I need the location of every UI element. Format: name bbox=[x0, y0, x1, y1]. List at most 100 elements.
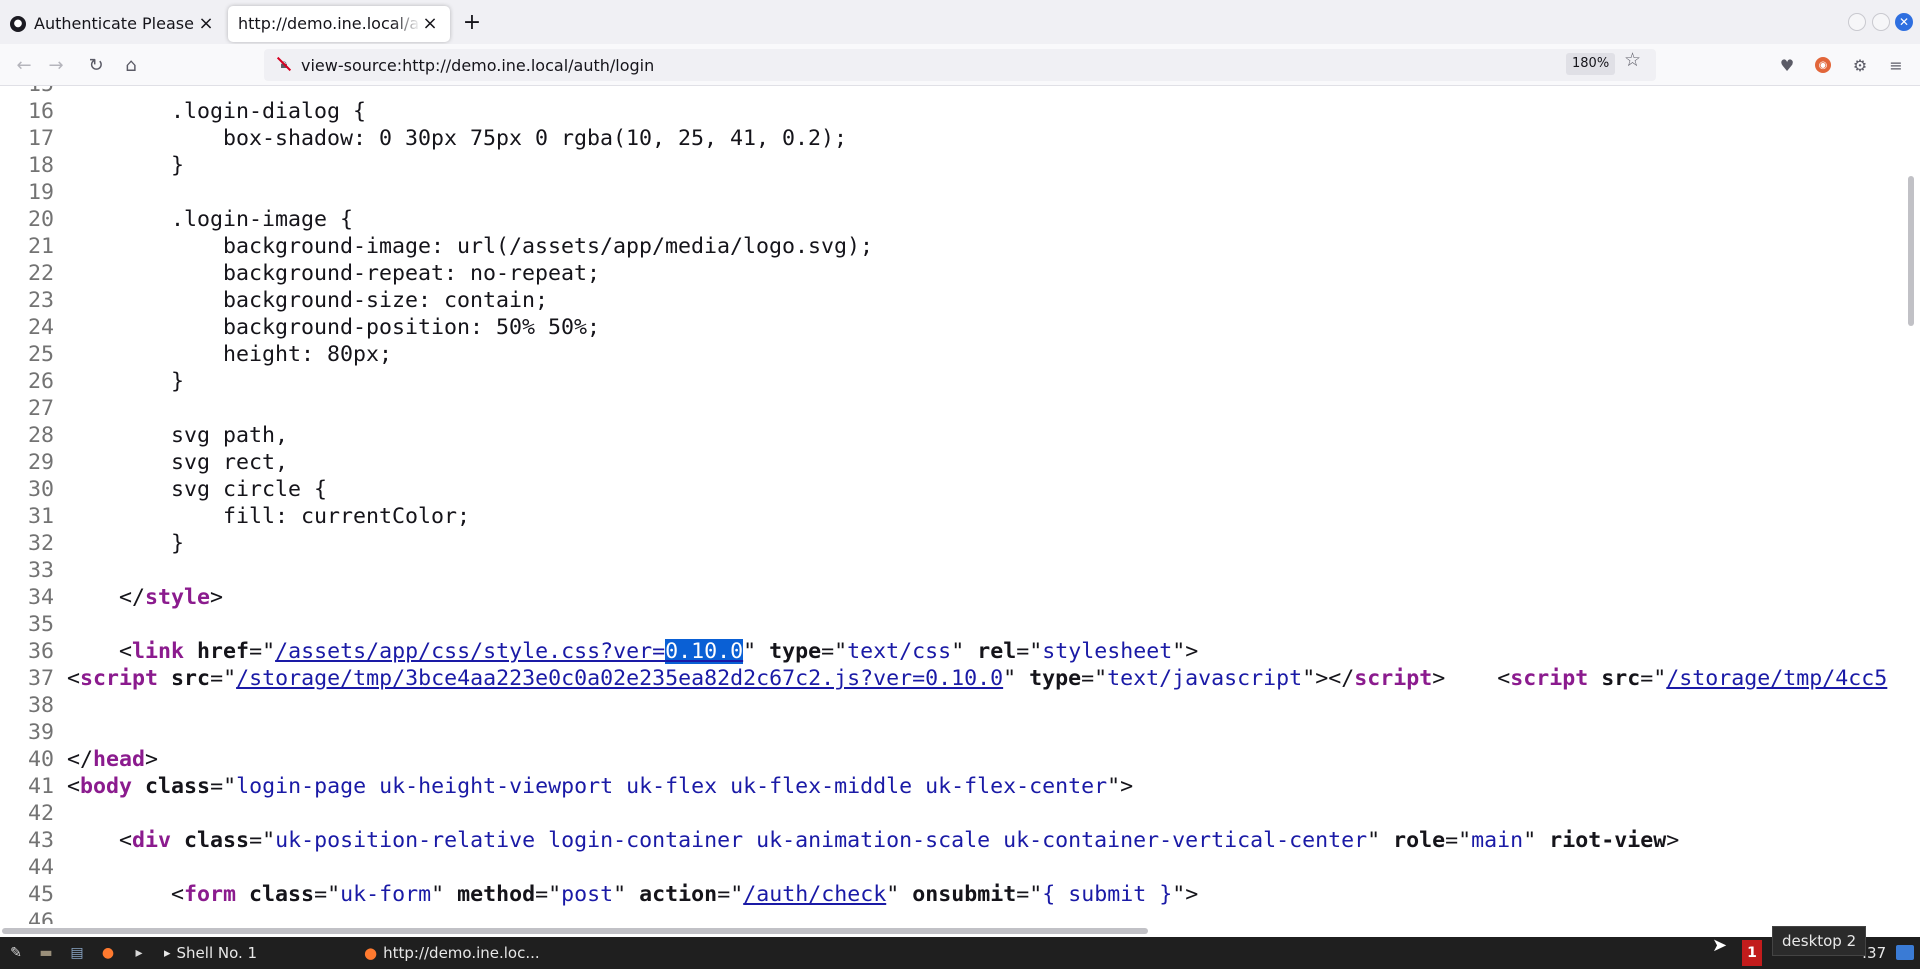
source-line: 27 bbox=[0, 395, 67, 422]
source-line: 17 box-shadow: 0 30px 75px 0 rgba(10, 25… bbox=[0, 125, 847, 152]
tab-authenticate[interactable]: ● Authenticate Please! × bbox=[0, 6, 226, 42]
line-number: 42 bbox=[27, 801, 54, 826]
home-icon[interactable]: ⌂ bbox=[118, 52, 144, 78]
terminal-icon[interactable]: ▸ bbox=[129, 941, 149, 965]
address-text[interactable]: view-source:http://demo.ine.local/auth/l… bbox=[301, 56, 654, 75]
line-number: 44 bbox=[27, 855, 54, 880]
source-link[interactable]: /storage/tmp/3bce4aa223e0c0a02e235ea82d2… bbox=[236, 666, 1003, 691]
line-number: 43 bbox=[27, 828, 54, 853]
source-line: 34 </style> bbox=[0, 584, 223, 611]
line-number: 23 bbox=[27, 288, 54, 313]
taskbar-item-label: Shell No. 1 bbox=[176, 944, 258, 962]
line-number: 18 bbox=[27, 153, 54, 178]
window-minimize-button[interactable] bbox=[1848, 13, 1866, 31]
tab-close-icon[interactable]: × bbox=[420, 13, 440, 34]
tab-title: Authenticate Please! bbox=[34, 14, 196, 33]
source-code: svg rect, bbox=[67, 450, 289, 475]
source-link[interactable]: /storage/tmp/4cc5 bbox=[1666, 666, 1887, 691]
source-line: 15 bbox=[0, 86, 67, 98]
tab-view-source[interactable]: http://demo.ine.local/auth/login × bbox=[228, 5, 450, 42]
line-number: 16 bbox=[27, 99, 54, 124]
line-number: 30 bbox=[27, 477, 54, 502]
new-tab-button[interactable]: + bbox=[454, 4, 490, 40]
forward-arrow-icon[interactable]: → bbox=[43, 52, 69, 78]
text-editor-icon[interactable]: ▤ bbox=[67, 941, 87, 965]
line-number: 46 bbox=[27, 909, 54, 924]
desktop-tooltip: desktop 2 bbox=[1772, 926, 1867, 956]
horizontal-scrollbar-thumb[interactable] bbox=[2, 928, 1148, 934]
view-source-content[interactable]: 1516 .login-dialog {17 box-shadow: 0 30p… bbox=[0, 86, 1906, 924]
line-number: 22 bbox=[27, 261, 54, 286]
source-line: 45 <form class="uk-form" method="post" a… bbox=[0, 881, 1198, 908]
file-manager-icon[interactable]: ▬ bbox=[36, 941, 56, 965]
source-line: 23 background-size: contain; bbox=[0, 287, 548, 314]
reload-icon[interactable]: ↻ bbox=[83, 52, 109, 78]
line-number: 15 bbox=[0, 86, 67, 98]
line-number: 38 bbox=[27, 693, 54, 718]
tab-close-icon[interactable]: × bbox=[196, 13, 216, 34]
source-link[interactable]: /assets/app/css/style.css?ver=0.10.0 bbox=[275, 639, 744, 664]
window-maximize-button[interactable] bbox=[1872, 13, 1890, 31]
line-number: 31 bbox=[27, 504, 54, 529]
line-number: 25 bbox=[27, 342, 54, 367]
source-link[interactable]: /auth/check bbox=[743, 882, 886, 907]
source-line: 33 bbox=[0, 557, 67, 584]
source-code: <form class="uk-form" method="post" acti… bbox=[67, 882, 1199, 907]
source-line: 25 height: 80px; bbox=[0, 341, 392, 368]
source-line: 18 } bbox=[0, 152, 184, 179]
back-arrow-icon[interactable]: ← bbox=[11, 52, 37, 78]
notification-icon[interactable] bbox=[1896, 945, 1914, 960]
firefox-icon[interactable]: ● bbox=[98, 941, 118, 965]
line-number: 21 bbox=[27, 234, 54, 259]
source-line: 28 svg path, bbox=[0, 422, 288, 449]
source-code: } bbox=[67, 369, 185, 394]
source-code: svg circle { bbox=[67, 477, 328, 502]
source-code: .login-dialog { bbox=[67, 99, 367, 124]
tab-strip: ● Authenticate Please! × http://demo.ine… bbox=[0, 0, 1920, 44]
bookmark-star-icon[interactable]: ☆ bbox=[1624, 49, 1641, 71]
source-line: 35 bbox=[0, 611, 67, 638]
source-code: </head> bbox=[67, 747, 159, 772]
source-line: 43 <div class="uk-position-relative logi… bbox=[0, 827, 1679, 854]
source-line: 46 bbox=[0, 908, 67, 924]
source-line: 21 background-image: url(/assets/app/med… bbox=[0, 233, 873, 260]
zoom-level-button[interactable]: 180% bbox=[1566, 53, 1616, 75]
source-code: svg path, bbox=[67, 423, 289, 448]
os-taskbar: ✎ ▬ ▤ ● ▸ ▸ Shell No. 1 ● http://demo.in… bbox=[0, 937, 1920, 969]
line-number: 28 bbox=[27, 423, 54, 448]
vertical-scrollbar-thumb[interactable] bbox=[1908, 176, 1914, 326]
navigation-toolbar: ← → ↻ ⌂ 🔒︎ view-source:http://demo.ine.l… bbox=[0, 44, 1920, 86]
line-number: 45 bbox=[27, 882, 54, 907]
line-number: 36 bbox=[27, 639, 54, 664]
source-code: <link href="/assets/app/css/style.css?ve… bbox=[67, 639, 1199, 664]
source-line: 40 </head> bbox=[0, 746, 158, 773]
pocket-icon[interactable]: ♥ bbox=[1777, 55, 1797, 75]
source-line: 30 svg circle { bbox=[0, 476, 327, 503]
source-line: 39 bbox=[0, 719, 67, 746]
line-number: 32 bbox=[27, 531, 54, 556]
taskbar-item-firefox[interactable]: ● http://demo.ine.loc... bbox=[364, 941, 540, 965]
source-code: height: 80px; bbox=[67, 342, 393, 367]
app-menu-icon[interactable]: ✎ bbox=[6, 941, 26, 965]
source-code: background-position: 50% 50%; bbox=[67, 315, 601, 340]
insecure-lock-icon[interactable]: 🔒︎ bbox=[276, 56, 292, 72]
source-line: 19 bbox=[0, 179, 67, 206]
extension-icon[interactable]: ◉ bbox=[1815, 57, 1831, 73]
line-number: 37 bbox=[27, 666, 54, 691]
source-line: 37 <script src="/storage/tmp/3bce4aa223e0… bbox=[0, 665, 1887, 692]
source-line: 41 <body class="login-page uk-height-view… bbox=[0, 773, 1133, 800]
line-number: 19 bbox=[27, 180, 54, 205]
line-number: 29 bbox=[27, 450, 54, 475]
extensions-puzzle-icon[interactable]: ⚙ bbox=[1850, 55, 1870, 75]
hamburger-menu-icon[interactable]: ≡ bbox=[1886, 55, 1906, 75]
source-line: 29 svg rect, bbox=[0, 449, 288, 476]
workspace-badge[interactable]: 1 bbox=[1742, 940, 1762, 966]
address-bar[interactable]: 🔒︎ view-source:http://demo.ine.local/aut… bbox=[264, 49, 1656, 81]
taskbar-item-shell[interactable]: ▸ Shell No. 1 bbox=[164, 941, 257, 965]
line-number: 33 bbox=[27, 558, 54, 583]
source-line: 36 <link href="/assets/app/css/style.css… bbox=[0, 638, 1198, 665]
firefox-icon: ● bbox=[364, 944, 378, 962]
window-close-button[interactable]: ✕ bbox=[1895, 13, 1913, 31]
source-code: } bbox=[67, 153, 185, 178]
firefox-dark-icon: ● bbox=[10, 15, 26, 32]
